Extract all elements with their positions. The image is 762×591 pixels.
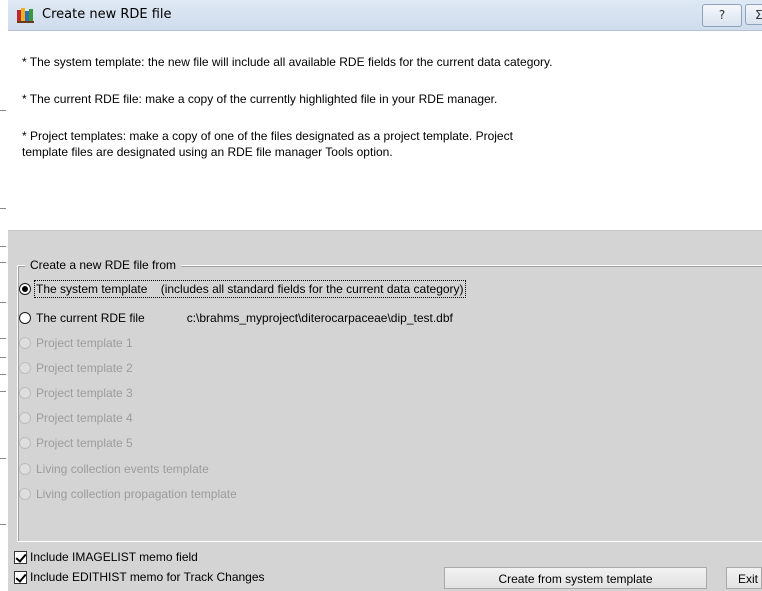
exit-button[interactable]: Exit <box>726 567 762 589</box>
radio-system-template[interactable]: The system template (includes all standa… <box>19 280 466 298</box>
options-panel: Create a new RDE file from The system te… <box>8 230 762 591</box>
radio-label: The system template (includes all standa… <box>34 280 466 298</box>
imagelist-checkbox[interactable]: Include IMAGELIST memo field <box>14 549 198 565</box>
radio-project-template-1: Project template 1 <box>19 334 133 352</box>
title-bar[interactable]: Create new RDE file ? Σ <box>8 0 762 31</box>
current-file-path: c:\brahms_myproject\diterocarpaceae\dip_… <box>186 311 453 325</box>
info-project-templates-2: template files are designated using an R… <box>22 145 393 159</box>
info-current-file: * The current RDE file: make a copy of t… <box>22 92 498 106</box>
radio-button <box>19 463 31 475</box>
edge-mark <box>0 357 6 358</box>
rde-app-icon <box>17 8 34 23</box>
edge-mark <box>0 262 6 263</box>
edge-mark <box>0 246 6 247</box>
info-system-template: * The system template: the new file will… <box>22 55 553 69</box>
radio-label: Project template 2 <box>36 361 133 375</box>
radio-living-collection-events: Living collection events template <box>19 460 209 478</box>
radio-button[interactable] <box>19 312 31 324</box>
checkbox-label: Include IMAGELIST memo field <box>30 550 198 564</box>
edge-mark <box>0 458 6 459</box>
window-title: Create new RDE file <box>42 7 172 22</box>
radio-label: Project template 3 <box>36 386 133 400</box>
create-button[interactable]: Create from system template <box>444 567 707 589</box>
edithist-checkbox[interactable]: Include EDITHIST memo for Track Changes <box>14 569 265 585</box>
radio-project-template-3: Project template 3 <box>19 384 133 402</box>
edge-mark <box>0 391 6 392</box>
radio-label: Project template 5 <box>36 436 133 450</box>
checkbox[interactable] <box>14 550 27 564</box>
edge-mark <box>0 110 6 111</box>
radio-label: Living collection events template <box>36 462 209 476</box>
radio-project-template-4: Project template 4 <box>19 409 133 427</box>
radio-button[interactable] <box>19 283 31 295</box>
radio-label: The current RDE file <box>36 311 145 325</box>
radio-button <box>19 437 31 449</box>
info-project-templates-1: * Project templates: make a copy of one … <box>22 129 513 143</box>
radio-button <box>19 412 31 424</box>
radio-label: Living collection propagation template <box>36 487 237 501</box>
edge-mark <box>0 302 6 303</box>
radio-living-collection-propagation: Living collection propagation template <box>19 485 237 503</box>
radio-current-rde-file[interactable]: The current RDE file c:\brahms_myproject… <box>19 309 453 327</box>
radio-button <box>19 362 31 374</box>
edge-mark <box>0 338 6 339</box>
radio-project-template-5: Project template 5 <box>19 434 133 452</box>
radio-button <box>19 337 31 349</box>
close-button[interactable]: Σ <box>745 4 762 25</box>
info-panel: * The system template: the new file will… <box>8 31 762 230</box>
radio-project-template-2: Project template 2 <box>19 359 133 377</box>
edge-mark <box>0 524 6 525</box>
radio-label: Project template 4 <box>36 411 133 425</box>
edge-mark <box>0 208 6 209</box>
help-button[interactable]: ? <box>702 4 742 27</box>
radio-button <box>19 488 31 500</box>
radio-button <box>19 387 31 399</box>
edge-mark <box>0 374 6 375</box>
checkbox[interactable] <box>14 570 27 584</box>
radio-label: Project template 1 <box>36 336 133 350</box>
checkbox-label: Include EDITHIST memo for Track Changes <box>30 570 265 584</box>
groupbox-legend: Create a new RDE file from <box>25 258 182 272</box>
